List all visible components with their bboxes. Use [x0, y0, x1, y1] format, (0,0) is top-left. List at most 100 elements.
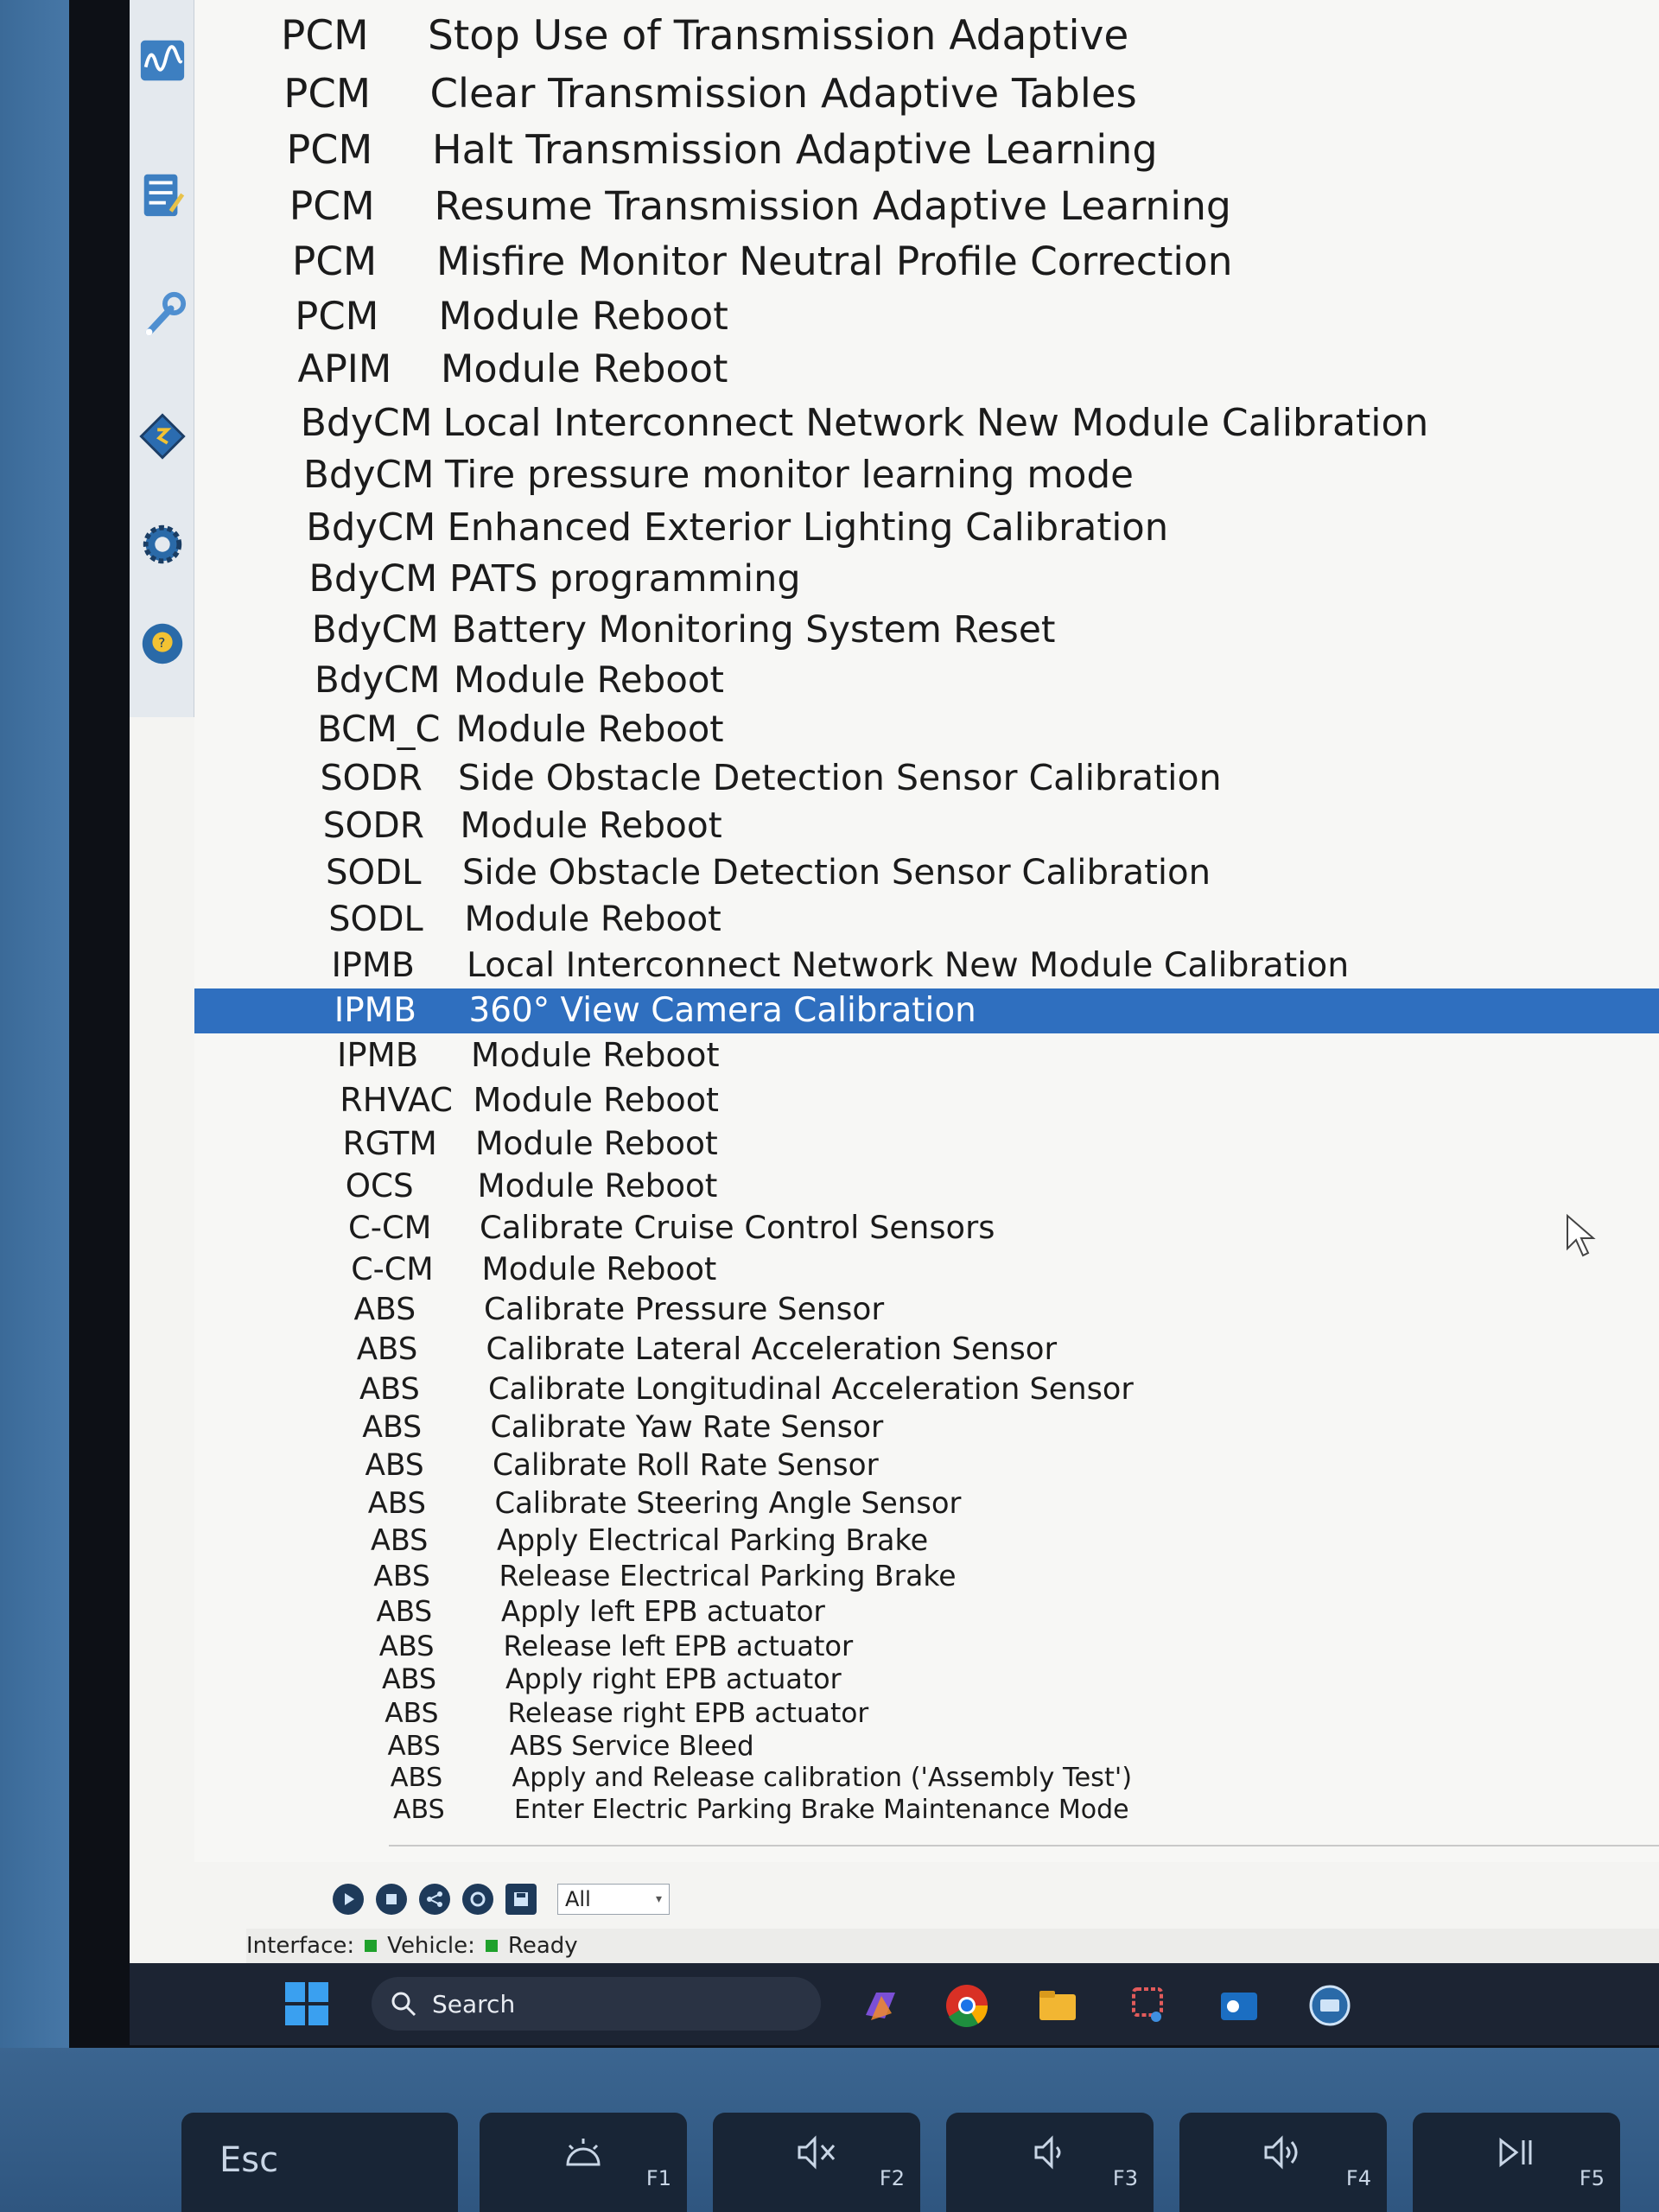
module-name: ABS	[367, 1486, 426, 1521]
procedure-row[interactable]: ABS Calibrate Longitudinal Acceleration S…	[194, 1370, 1659, 1408]
procedure-row[interactable]: BdyCM Enhanced Exterior Lighting Calibrat…	[194, 502, 1659, 554]
module-name: SODL	[328, 899, 423, 940]
procedure-row[interactable]: ABS Release right EPB actuator	[194, 1697, 1659, 1730]
procedure-row[interactable]: OCS Module Reboot	[194, 1165, 1659, 1207]
procedure-row[interactable]: ABS Release Electrical Parking Brake	[194, 1558, 1659, 1593]
procedure-name: 360° View Camera Calibration	[468, 991, 976, 1031]
module-name: ABS	[382, 1664, 436, 1696]
checklist-icon[interactable]	[137, 168, 188, 220]
procedure-name: Resume Transmission Adaptive Learning	[434, 182, 1231, 229]
procedure-name: Module Reboot	[475, 1123, 718, 1162]
wrench-icon[interactable]	[137, 289, 188, 341]
waveform-icon[interactable]	[137, 35, 188, 86]
module-name: ABS	[371, 1522, 429, 1557]
outlook-icon[interactable]	[1214, 1980, 1264, 2031]
f1-key[interactable]: F1	[480, 2113, 687, 2212]
procedure-row[interactable]: IPMB Local Interconnect Network New Modul…	[194, 943, 1659, 988]
stop-icon[interactable]	[376, 1884, 407, 1915]
procedure-name: Apply right EPB actuator	[505, 1664, 842, 1696]
procedure-name: Misfire Monitor Neutral Profile Correcti…	[436, 238, 1233, 284]
filter-value: All	[565, 1887, 591, 1911]
procedure-row[interactable]: SODL Side Obstacle Detection Sensor Calib…	[194, 849, 1659, 896]
procedure-name: Module Reboot	[471, 1036, 720, 1076]
settings-gear-icon[interactable]	[137, 518, 188, 570]
procedure-row[interactable]: ABS Calibrate Steering Angle Sensor	[194, 1484, 1659, 1522]
procedure-row[interactable]: PCM Resume Transmission Adaptive Learning	[194, 178, 1659, 233]
snipping-tool-icon[interactable]	[1123, 1980, 1173, 2031]
module-name: BdyCM	[303, 454, 435, 498]
procedure-row[interactable]: BCM_C Module Reboot	[194, 704, 1659, 753]
vehicle-label: Vehicle:	[387, 1933, 475, 1959]
file-explorer-icon[interactable]	[1033, 1980, 1083, 2031]
network-icon[interactable]	[419, 1884, 450, 1915]
procedure-row[interactable]: BdyCM Battery Monitoring System Reset	[194, 604, 1659, 654]
procedure-row[interactable]: ABS Calibrate Lateral Acceleration Sensor	[194, 1330, 1659, 1370]
procedure-name: Battery Monitoring System Reset	[451, 608, 1056, 652]
procedure-row[interactable]: C-CM Calibrate Cruise Control Sensors	[194, 1207, 1659, 1249]
volume-down-icon	[1034, 2135, 1061, 2170]
procedure-row[interactable]: RHVAC Module Reboot	[194, 1077, 1659, 1122]
procedure-name: Module Reboot	[454, 658, 724, 701]
module-name: SODR	[320, 756, 423, 798]
procedure-row[interactable]: SODR Module Reboot	[194, 802, 1659, 849]
help-icon[interactable]: ?	[137, 618, 188, 670]
procedure-name: Module Reboot	[464, 899, 721, 940]
procedure-row-selected[interactable]: IPMB 360° View Camera Calibration	[194, 988, 1659, 1033]
windows-start-icon[interactable]	[285, 1982, 328, 2025]
procedure-row[interactable]: RGTM Module Reboot	[194, 1122, 1659, 1165]
procedure-row[interactable]: BdyCM PATS programming	[194, 553, 1659, 604]
procedure-name: Halt Transmission Adaptive Learning	[432, 126, 1158, 174]
procedure-row[interactable]: ABS Calibrate Yaw Rate Sensor	[194, 1408, 1659, 1446]
procedure-row[interactable]: PCM Module Reboot	[194, 289, 1659, 343]
module-name: BdyCM	[300, 400, 433, 445]
procedure-row[interactable]: PCM Stop Use of Transmission Adaptive	[194, 7, 1659, 65]
procedure-row[interactable]: PCM Misfire Monitor Neutral Profile Corre…	[194, 233, 1659, 289]
diagnostic-app-icon[interactable]	[1305, 1980, 1355, 2031]
module-name: RGTM	[342, 1123, 437, 1162]
refresh-icon[interactable]	[462, 1884, 493, 1915]
esc-key[interactable]: Esc	[181, 2113, 458, 2212]
module-name: ABS	[393, 1794, 445, 1825]
procedure-row[interactable]: ABS Calibrate Roll Rate Sensor	[194, 1447, 1659, 1485]
f5-key[interactable]: F5	[1413, 2113, 1620, 2212]
procedure-name: Module Reboot	[441, 347, 728, 392]
procedure-list: PCM Stop Use of Transmission Adaptive PCM C…	[194, 0, 1659, 1862]
procedure-row[interactable]: ABS Release left EPB actuator	[194, 1629, 1659, 1663]
f3-key[interactable]: F3	[946, 2113, 1154, 2212]
module-name: OCS	[345, 1166, 414, 1205]
procedure-row[interactable]: ABS Apply left EPB actuator	[194, 1593, 1659, 1629]
copilot-icon[interactable]	[855, 1980, 906, 2031]
module-name: ABS	[385, 1697, 439, 1729]
procedure-row[interactable]: APIM Module Reboot	[194, 343, 1659, 397]
esc-key-label: Esc	[219, 2140, 279, 2180]
taskbar-search[interactable]: Search	[372, 1977, 821, 2031]
procedure-row[interactable]: PCM Halt Transmission Adaptive Learning	[194, 122, 1659, 178]
module-name: RHVAC	[340, 1080, 453, 1119]
procedure-row[interactable]: BdyCM Local Interconnect Network New Modu…	[194, 397, 1659, 449]
module-program-icon[interactable]	[137, 410, 188, 462]
procedure-row[interactable]: BdyCM Module Reboot	[194, 655, 1659, 704]
procedure-row[interactable]: IPMB Module Reboot	[194, 1033, 1659, 1077]
filter-dropdown[interactable]: All ▾	[557, 1884, 670, 1915]
brightness-down-icon	[566, 2139, 601, 2166]
vehicle-status-icon	[485, 1940, 498, 1952]
f4-key[interactable]: F4	[1179, 2113, 1387, 2212]
procedure-row[interactable]: SODR Side Obstacle Detection Sensor Calib…	[194, 753, 1659, 802]
procedure-row[interactable]: PCM Clear Transmission Adaptive Tables	[194, 65, 1659, 122]
run-icon[interactable]	[333, 1884, 364, 1915]
chrome-icon[interactable]	[942, 1980, 992, 2031]
procedure-row[interactable]: ABS Apply Electrical Parking Brake	[194, 1522, 1659, 1558]
procedure-row[interactable]: ABS Apply and Release calibration ('Assem…	[194, 1762, 1659, 1794]
procedure-row[interactable]: C-CM Module Reboot	[194, 1249, 1659, 1289]
procedure-row[interactable]: ABS Enter Electric Parking Brake Maintena…	[194, 1794, 1659, 1825]
save-icon[interactable]	[505, 1884, 537, 1915]
module-name: BdyCM	[308, 556, 438, 601]
procedure-row[interactable]: ABS ABS Service Bleed	[194, 1730, 1659, 1762]
procedure-row[interactable]: ABS Calibrate Pressure Sensor	[194, 1289, 1659, 1330]
procedure-row[interactable]: BdyCM Tire pressure monitor learning mode	[194, 449, 1659, 502]
module-name: SODR	[322, 804, 424, 847]
f2-key[interactable]: F2	[713, 2113, 920, 2212]
module-name: PCM	[286, 126, 373, 174]
procedure-row[interactable]: ABS Apply right EPB actuator	[194, 1663, 1659, 1697]
procedure-row[interactable]: SODL Module Reboot	[194, 896, 1659, 943]
